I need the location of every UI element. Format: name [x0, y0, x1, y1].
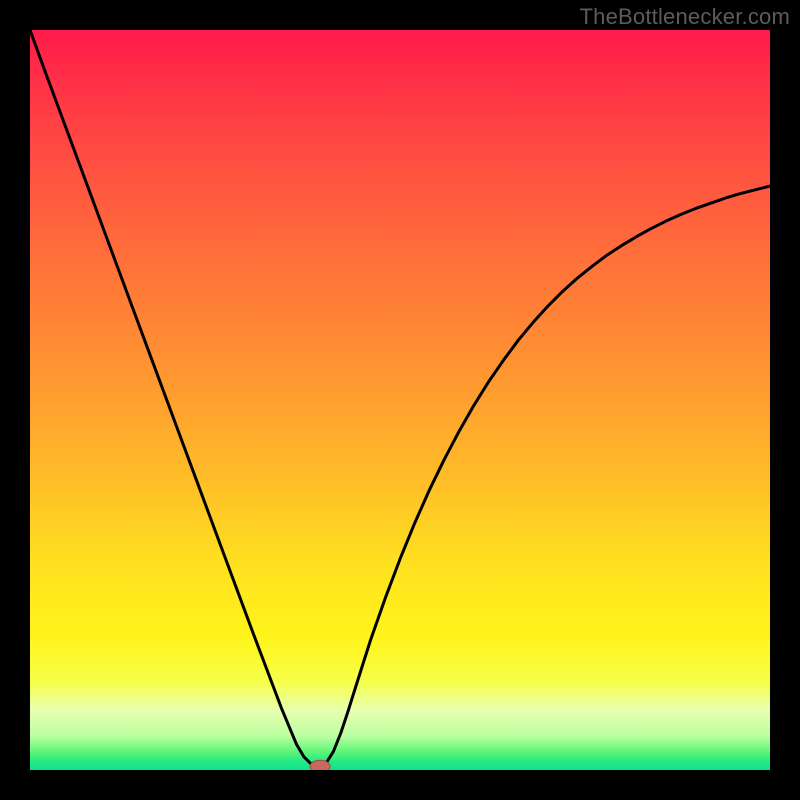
optimal-point-marker: [310, 760, 330, 770]
bottleneck-chart: [30, 30, 770, 770]
gradient-background: [30, 30, 770, 770]
watermark-text: TheBottlenecker.com: [580, 4, 790, 30]
chart-frame: TheBottlenecker.com: [0, 0, 800, 800]
